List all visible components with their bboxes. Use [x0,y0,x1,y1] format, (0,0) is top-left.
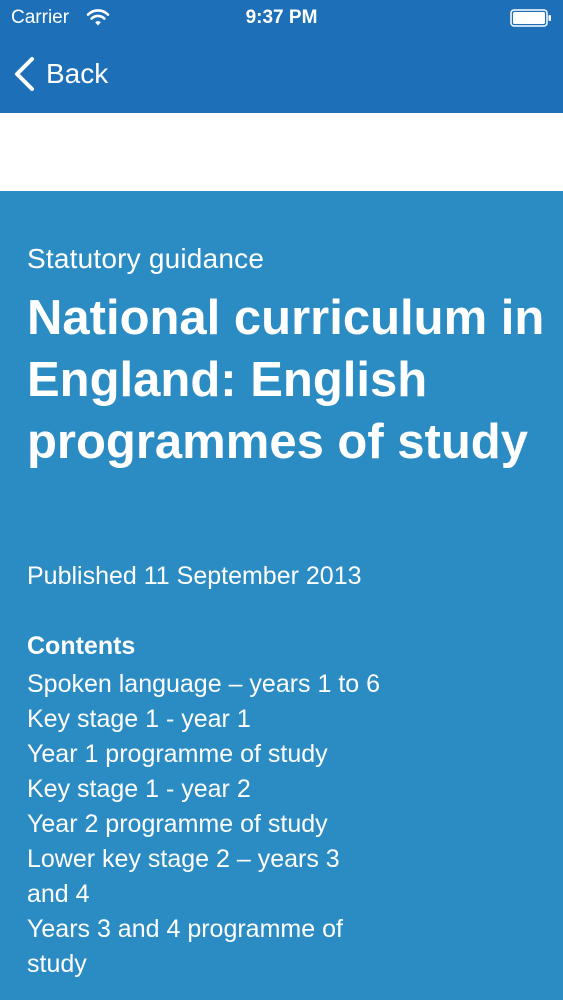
navigation-bar: Back [0,36,563,113]
page-title: National curriculum in England: English … [27,291,545,469]
published-date: Published 11 September 2013 [27,562,362,590]
header-banner [0,113,563,191]
back-label: Back [46,58,109,89]
contents-link[interactable]: Spoken language – years 1 to 6 [27,667,387,702]
contents-link[interactable]: Year 2 programme of study [27,807,387,842]
app-screen: Carrier 9:37 PM Back Statutory guidance … [0,0,563,1000]
document-header: Statutory guidance National curriculum i… [0,191,563,1000]
battery-icon [510,9,551,27]
contents-heading: Contents [27,632,136,660]
contents-link[interactable]: Years 3 and 4 programme of study [27,912,387,982]
back-button[interactable]: Back [12,54,108,94]
contents-link[interactable]: Year 1 programme of study [27,737,387,772]
contents-link[interactable]: Key stage 1 - year 1 [27,702,387,737]
contents-link[interactable]: Lower key stage 2 – years 3 and 4 [27,842,387,912]
contents-list: Spoken language – years 1 to 6 Key stage… [27,667,387,982]
document-type: Statutory guidance [27,243,265,274]
contents-link[interactable]: Key stage 1 - year 2 [27,772,387,807]
status-bar: Carrier 9:37 PM [0,0,563,36]
clock: 9:37 PM [245,7,318,28]
chevron-left-icon [15,57,34,91]
